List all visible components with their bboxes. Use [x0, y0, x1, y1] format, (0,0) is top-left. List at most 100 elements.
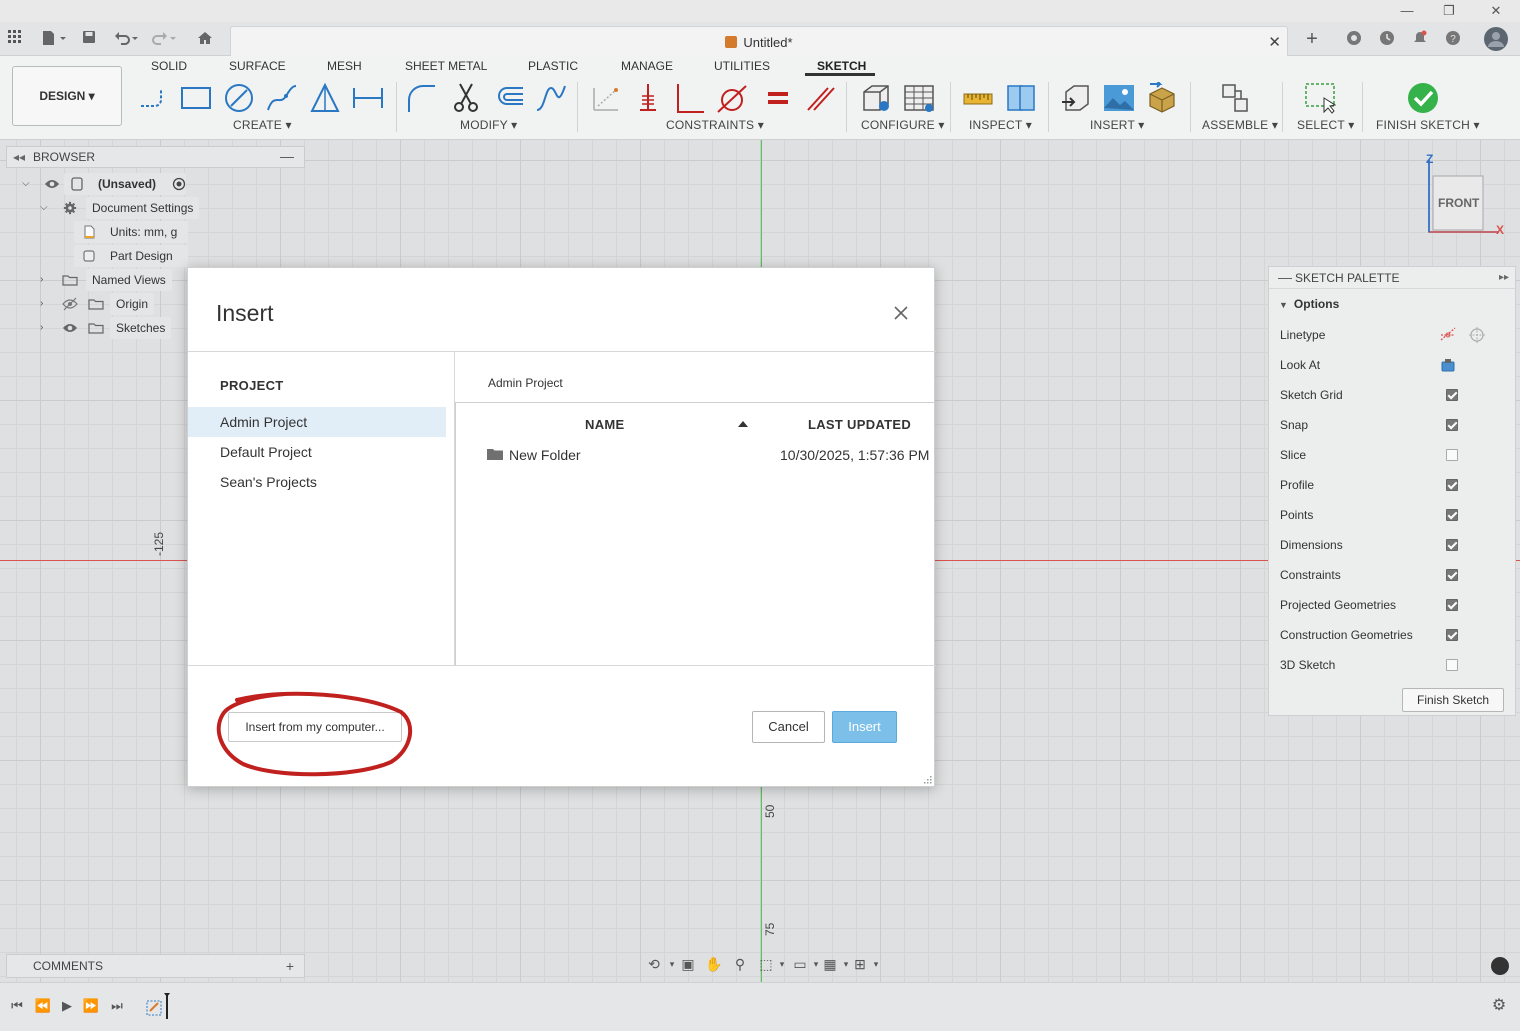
- expand-panel-icon[interactable]: ▸▸: [1499, 267, 1509, 289]
- tree-row-root[interactable]: ⌵ (Unsaved): [22, 173, 202, 195]
- look-at-camera-icon[interactable]: [1440, 357, 1456, 373]
- construction-geometries-checkbox[interactable]: [1446, 629, 1458, 641]
- timeline-sketch-marker-icon[interactable]: [144, 991, 172, 1021]
- fillet-tool-icon[interactable]: [405, 82, 437, 114]
- tab-solid[interactable]: SOLID: [151, 59, 187, 73]
- rectangle-tool-icon[interactable]: [180, 82, 212, 114]
- chevron-down-icon[interactable]: ⌵: [22, 173, 32, 195]
- document-tab[interactable]: Untitled* ✕: [230, 26, 1288, 56]
- home-icon[interactable]: [196, 30, 214, 48]
- slice-checkbox[interactable]: [1446, 449, 1458, 461]
- redo-icon[interactable]: [150, 30, 178, 48]
- palette-row-construction-geometries[interactable]: Construction Geometries: [1280, 628, 1510, 642]
- breadcrumb[interactable]: Admin Project: [488, 376, 563, 390]
- measure-ruler-icon[interactable]: [962, 82, 994, 114]
- sketch-dimension-icon[interactable]: [352, 82, 384, 114]
- fit-dropdown-icon[interactable]: ▾: [772, 954, 792, 974]
- tab-utilities[interactable]: UTILITIES: [714, 59, 770, 73]
- notifications-bell-icon[interactable]: [1411, 30, 1429, 48]
- timeline-next-icon[interactable]: ⏩: [82, 997, 100, 1015]
- file-menu-icon[interactable]: [40, 30, 68, 48]
- palette-row-slice[interactable]: Slice: [1280, 448, 1510, 462]
- close-icon[interactable]: [890, 302, 912, 324]
- help-icon[interactable]: ?: [1444, 30, 1462, 48]
- configure-model-icon[interactable]: [860, 82, 892, 114]
- group-constraints[interactable]: CONSTRAINTS ▾: [666, 118, 764, 132]
- sketch-grid-checkbox[interactable]: [1446, 389, 1458, 401]
- viewcube[interactable]: FRONT Z X: [1425, 152, 1510, 242]
- palette-row-dimensions[interactable]: Dimensions: [1280, 538, 1510, 552]
- palette-row-points[interactable]: Points: [1280, 508, 1510, 522]
- tab-manage[interactable]: MANAGE: [621, 59, 673, 73]
- circle-tool-icon[interactable]: [223, 82, 255, 114]
- chevron-right-icon[interactable]: ›: [40, 317, 50, 339]
- eye-hidden-icon[interactable]: [62, 297, 78, 311]
- constraint-perpendicular-icon[interactable]: [674, 82, 706, 114]
- centerline-linetype-icon[interactable]: [1468, 326, 1486, 344]
- data-panel-grid-icon[interactable]: [6, 30, 24, 48]
- extensions-icon[interactable]: [1345, 30, 1363, 48]
- group-inspect[interactable]: INSPECT ▾: [969, 118, 1032, 132]
- insert-mesh-icon[interactable]: [1146, 82, 1178, 114]
- construction-linetype-icon[interactable]: [1439, 326, 1457, 344]
- group-modify[interactable]: MODIFY ▾: [460, 118, 517, 132]
- chevron-right-icon[interactable]: ›: [40, 293, 50, 315]
- tab-surface[interactable]: SURFACE: [229, 59, 286, 73]
- insert-derive-icon[interactable]: [1060, 82, 1092, 114]
- insert-canvas-image-icon[interactable]: [1103, 82, 1135, 114]
- constraint-tangent-icon[interactable]: [716, 82, 748, 114]
- configure-table-icon[interactable]: [903, 82, 935, 114]
- timeline-settings-gear-icon[interactable]: ⚙: [1490, 997, 1508, 1015]
- timeline-play-icon[interactable]: ▶: [58, 997, 76, 1015]
- spline-tool-icon[interactable]: [266, 82, 298, 114]
- tree-row-document-settings[interactable]: ⌵ Document Settings: [40, 197, 220, 219]
- restore-icon[interactable]: ❐: [1440, 3, 1458, 19]
- trim-scissors-icon[interactable]: [450, 82, 482, 114]
- constraint-equal-icon[interactable]: [762, 82, 794, 114]
- palette-row-constraints[interactable]: Constraints: [1280, 568, 1510, 582]
- timeline-previous-icon[interactable]: ⏪: [34, 997, 52, 1015]
- constraint-parallel-icon[interactable]: [632, 82, 664, 114]
- curve-tool-icon[interactable]: [535, 82, 567, 114]
- user-avatar-icon[interactable]: [1484, 27, 1508, 51]
- tab-sheet-metal[interactable]: SHEET METAL: [405, 59, 487, 73]
- group-insert[interactable]: INSERT ▾: [1090, 118, 1145, 132]
- polygon-tool-icon[interactable]: [309, 82, 341, 114]
- project-item-seans[interactable]: Sean's Projects: [188, 467, 446, 497]
- sketch-palette-header[interactable]: — SKETCH PALETTE ▸▸: [1269, 267, 1515, 289]
- group-assemble[interactable]: ASSEMBLE ▾: [1202, 118, 1278, 132]
- column-header-last-updated[interactable]: LAST UPDATED: [808, 417, 911, 432]
- comments-panel[interactable]: COMMENTS +: [6, 954, 305, 978]
- new-tab-plus-icon[interactable]: +: [1303, 29, 1321, 49]
- tree-row-units[interactable]: Units: mm, g: [58, 221, 228, 243]
- snap-checkbox[interactable]: [1446, 419, 1458, 431]
- palette-row-3d-sketch[interactable]: 3D Sketch: [1280, 658, 1510, 672]
- insert-from-computer-button[interactable]: Insert from my computer...: [228, 712, 402, 742]
- collapse-panel-icon[interactable]: ◂◂: [13, 147, 25, 167]
- offset-tool-icon[interactable]: [493, 82, 525, 114]
- constraint-collinear-icon[interactable]: [804, 82, 836, 114]
- tab-mesh[interactable]: MESH: [327, 59, 362, 73]
- palette-row-snap[interactable]: Snap: [1280, 418, 1510, 432]
- project-item-admin[interactable]: Admin Project: [188, 407, 446, 437]
- tree-row-part-design[interactable]: Part Design: [58, 245, 228, 267]
- interference-icon[interactable]: [1005, 82, 1037, 114]
- group-select[interactable]: SELECT ▾: [1297, 118, 1354, 132]
- tab-sketch[interactable]: SKETCH: [817, 59, 866, 73]
- profile-checkbox[interactable]: [1446, 479, 1458, 491]
- minimize-panel-icon[interactable]: —: [1278, 266, 1292, 288]
- add-comment-icon[interactable]: +: [286, 955, 294, 977]
- insert-button[interactable]: Insert: [832, 711, 897, 743]
- sort-ascending-icon[interactable]: [738, 421, 748, 427]
- column-header-name[interactable]: NAME: [585, 417, 624, 432]
- look-at-icon[interactable]: ▣: [678, 954, 698, 974]
- finish-sketch-button[interactable]: Finish Sketch: [1402, 688, 1504, 712]
- palette-row-sketch-grid[interactable]: Sketch Grid: [1280, 388, 1510, 402]
- options-section-header[interactable]: ▼ Options: [1279, 297, 1339, 311]
- zoom-icon[interactable]: ⚲: [730, 954, 750, 974]
- undo-icon[interactable]: [112, 30, 140, 48]
- viewcube-front-face[interactable]: FRONT: [1438, 196, 1479, 210]
- chevron-down-icon[interactable]: ⌵: [40, 197, 50, 219]
- 3d-sketch-checkbox[interactable]: [1446, 659, 1458, 671]
- close-tab-icon[interactable]: ✕: [1268, 33, 1281, 51]
